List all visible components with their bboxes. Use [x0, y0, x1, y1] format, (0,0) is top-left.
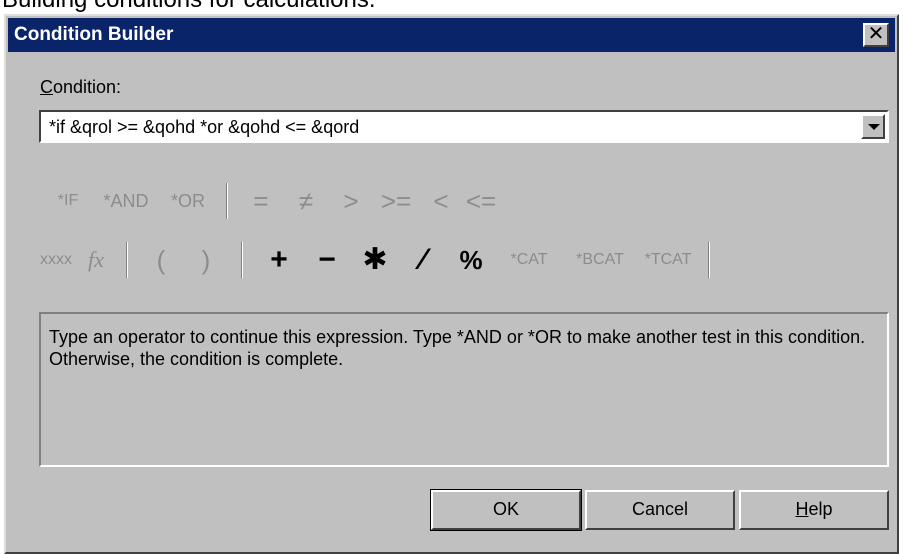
if-button[interactable]: *IF — [48, 181, 88, 221]
condition-input[interactable]: *if &qrol >= &qohd *or &qohd <= &qord — [49, 117, 359, 138]
divide-button[interactable]: ⁄ — [400, 240, 446, 280]
plus-button[interactable]: + — [256, 240, 302, 280]
tcat-button[interactable]: *TCAT — [634, 240, 702, 280]
figure-caption: Building conditions for calculations. — [2, 0, 376, 13]
equals-button[interactable]: = — [241, 181, 281, 221]
help-message-panel: Type an operator to continue this expres… — [39, 312, 889, 467]
less-than-button[interactable]: < — [421, 181, 461, 221]
function-icon[interactable]: fx — [81, 240, 111, 280]
or-button[interactable]: *OR — [164, 181, 212, 221]
field-button[interactable]: xxxx — [36, 240, 76, 280]
ok-button[interactable]: OK — [430, 489, 582, 531]
help-button-mnemonic: H — [795, 499, 809, 519]
toolbar-separator — [708, 242, 710, 278]
close-icon: ✕ — [867, 23, 885, 45]
help-message-text: Type an operator to continue this expres… — [49, 327, 866, 369]
toolbar-separator — [241, 242, 243, 278]
toolbar-separator — [126, 242, 128, 278]
greater-than-button[interactable]: > — [331, 181, 371, 221]
greater-equal-button[interactable]: >= — [376, 181, 416, 221]
cat-button[interactable]: *CAT — [498, 240, 560, 280]
less-equal-button[interactable]: <= — [461, 181, 501, 221]
condition-builder-dialog: Condition Builder ✕ Condition: *if &qrol… — [4, 14, 899, 554]
cancel-button[interactable]: Cancel — [585, 490, 735, 530]
bcat-button[interactable]: *BCAT — [566, 240, 634, 280]
close-button[interactable]: ✕ — [863, 23, 889, 47]
condition-label-text: ondition: — [53, 77, 122, 97]
help-button-label: elp — [808, 499, 833, 519]
multiply-button[interactable]: ✱ — [352, 240, 398, 280]
condition-label: Condition: — [40, 77, 121, 98]
close-paren-button[interactable]: ) — [186, 240, 226, 280]
minus-button[interactable]: − — [304, 240, 350, 280]
dialog-title: Condition Builder — [14, 24, 174, 45]
title-bar[interactable]: Condition Builder ✕ — [8, 18, 895, 52]
toolbar-separator — [226, 183, 228, 219]
condition-label-mnemonic: C — [40, 77, 53, 97]
and-button[interactable]: *AND — [96, 181, 156, 221]
open-paren-button[interactable]: ( — [141, 240, 181, 280]
dropdown-arrow-button[interactable] — [861, 114, 885, 139]
help-button[interactable]: Help — [739, 490, 889, 530]
condition-combobox[interactable]: *if &qrol >= &qohd *or &qohd <= &qord — [39, 110, 889, 143]
modulo-button[interactable]: % — [448, 240, 494, 280]
not-equals-button[interactable]: ≠ — [286, 181, 326, 221]
